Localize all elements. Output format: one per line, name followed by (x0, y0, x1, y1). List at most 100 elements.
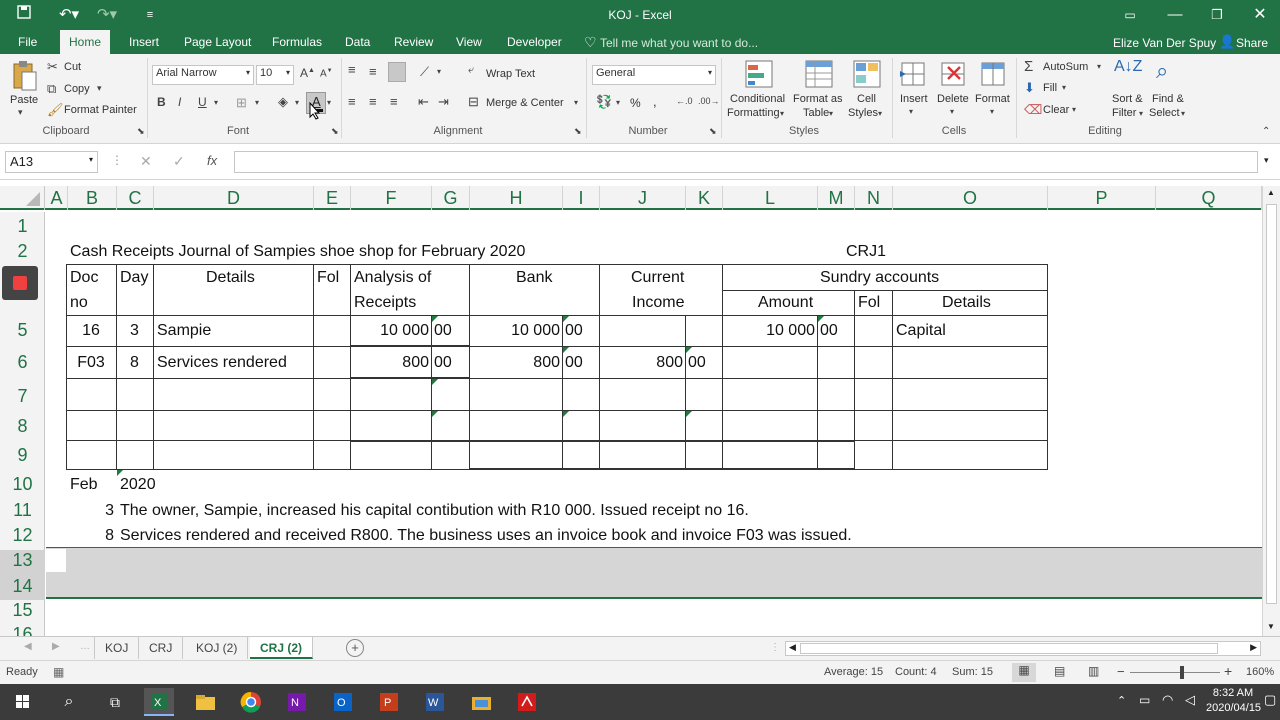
row-header-9[interactable]: 9 (0, 445, 45, 466)
column-header-h[interactable]: H (470, 186, 563, 210)
status-average[interactable]: Average: 15 (824, 666, 883, 678)
format-painter-icon[interactable]: 🖌 (47, 102, 64, 118)
new-sheet-icon[interactable]: + (346, 639, 364, 657)
column-header-f[interactable]: F (351, 186, 432, 210)
column-header-o[interactable]: O (893, 186, 1048, 210)
tray-chevron-icon[interactable]: ⌃ (1117, 694, 1126, 707)
copy-button[interactable]: Copy (64, 83, 90, 95)
sort-filter-label[interactable]: Sort & (1112, 93, 1143, 105)
user-name[interactable]: Elize Van Der Spuy (1113, 36, 1216, 50)
borders-dropdown-icon[interactable]: ▾ (255, 98, 259, 107)
fill-color-icon[interactable]: ◈ (278, 94, 288, 110)
horizontal-scroll-thumb[interactable] (800, 643, 1218, 654)
row-header-8[interactable]: 8 (0, 416, 45, 437)
normal-view-icon[interactable]: ▦ (1012, 663, 1036, 682)
search-icon[interactable]: ⌕ (54, 688, 84, 716)
entry-bank-cents[interactable]: 00 (565, 321, 583, 341)
sheet-tab-crj[interactable]: CRJ (139, 637, 184, 659)
volume-icon[interactable]: ◁ (1185, 692, 1195, 708)
header-analysis-2[interactable]: Receipts (354, 293, 416, 313)
note-2-text[interactable]: Services rendered and received R800. The… (120, 526, 852, 546)
horizontal-scrollbar[interactable]: ◀ ▶ (785, 641, 1261, 656)
cut-icon[interactable]: ✂ (47, 59, 58, 75)
row-header-5[interactable]: 5 (0, 320, 45, 341)
clear-button[interactable]: Clear (1043, 104, 1069, 116)
zoom-level[interactable]: 160% (1246, 666, 1274, 678)
row-header-1[interactable]: 1 (0, 216, 45, 237)
header-current-2[interactable]: Income (632, 293, 684, 313)
entry-bank[interactable]: 800 (470, 353, 560, 373)
name-box[interactable]: A13 ▾ (5, 151, 98, 173)
header-sundry-details[interactable]: Details (942, 293, 991, 313)
grow-font-icon[interactable]: A▲ (300, 66, 315, 80)
acrobat-icon[interactable] (512, 688, 542, 716)
zoom-in-icon[interactable]: + (1224, 663, 1232, 679)
taskbar-time[interactable]: 8:32 AM (1206, 687, 1260, 699)
insert-cells-button[interactable]: Insert (900, 93, 928, 105)
entry-day[interactable]: 3 (116, 321, 153, 341)
macro-record-icon[interactable]: ▦ (53, 665, 64, 679)
align-left-icon[interactable]: ≡ (348, 94, 356, 109)
tab-view[interactable]: View (447, 30, 491, 54)
tab-home[interactable]: Home (60, 30, 111, 54)
format-as-table-icon[interactable] (804, 59, 836, 89)
find-select-label[interactable]: Find & (1152, 93, 1184, 105)
column-header-n[interactable]: N (855, 186, 893, 210)
minimize-icon[interactable]: — (1163, 4, 1187, 26)
scroll-left-icon[interactable]: ◀ (789, 642, 796, 653)
number-launcher-icon[interactable]: ⬊ (709, 126, 717, 137)
sheet-tab-koj[interactable]: KOJ (94, 637, 140, 659)
column-header-b[interactable]: B (68, 186, 117, 210)
align-center-icon[interactable]: ≡ (369, 94, 377, 109)
merge-center-button[interactable]: Merge & Center (486, 97, 564, 109)
format-as-table-label[interactable]: Format as (793, 93, 843, 105)
entry-sundry-details[interactable]: Capital (896, 321, 946, 341)
paste-dropdown-icon[interactable]: ▾ (18, 107, 23, 118)
column-header-m[interactable]: M (818, 186, 855, 210)
windows-start-icon[interactable] (8, 688, 38, 716)
header-doc[interactable]: Doc (70, 268, 98, 288)
journal-title[interactable]: Cash Receipts Journal of Sampies shoe sh… (70, 242, 525, 262)
align-middle-icon[interactable]: ≡ (369, 64, 377, 79)
decrease-indent-icon[interactable]: ⇤ (418, 94, 429, 110)
tab-splitter-icon[interactable]: ⋮ (770, 642, 780, 653)
tell-me-input[interactable]: Tell me what you want to do... (600, 36, 758, 50)
formula-input[interactable] (234, 151, 1258, 173)
entry-details[interactable]: Sampie (157, 321, 211, 341)
tray-network-icon[interactable]: ▭ (1139, 693, 1150, 707)
select-all-button[interactable] (0, 186, 45, 210)
zoom-slider-thumb[interactable] (1180, 666, 1184, 679)
cancel-icon[interactable]: ✕ (140, 153, 152, 170)
percent-button[interactable]: % (630, 96, 641, 110)
font-size-select[interactable]: 10 ▾ (256, 65, 294, 85)
fill-dropdown-icon[interactable]: ▾ (295, 98, 299, 107)
format-as-table-label-2[interactable]: Table (803, 107, 829, 119)
row-header-6[interactable]: 6 (0, 352, 45, 373)
header-bank[interactable]: Bank (516, 268, 552, 288)
header-details[interactable]: Details (206, 268, 255, 288)
alignment-launcher-icon[interactable]: ⬊ (574, 126, 582, 137)
conditional-formatting-label-2[interactable]: Formatting (727, 107, 780, 119)
tab-data[interactable]: Data (336, 30, 379, 54)
journal-code[interactable]: CRJ1 (846, 242, 886, 262)
prev-sheet-icon[interactable]: ◀ (24, 641, 32, 652)
folder-icon[interactable] (190, 688, 220, 716)
sort-filter-icon[interactable]: A↓Z (1114, 58, 1142, 76)
column-header-j[interactable]: J (600, 186, 686, 210)
font-name-select[interactable]: Arial Narrow ▾ (152, 65, 254, 85)
shrink-font-icon[interactable]: A▼ (320, 68, 333, 79)
column-header-g[interactable]: G (432, 186, 470, 210)
note-year[interactable]: 2020 (120, 475, 156, 495)
selection-range[interactable] (46, 547, 1262, 599)
row-header-10[interactable]: 10 (0, 474, 45, 495)
zoom-slider[interactable] (1130, 672, 1220, 673)
undo-icon[interactable]: ↶▾ (54, 4, 84, 26)
find-select-label-2[interactable]: Select (1149, 107, 1180, 119)
entry-analysis-cents[interactable]: 00 (434, 321, 452, 341)
column-header-c[interactable]: C (117, 186, 154, 210)
merge-dropdown-icon[interactable]: ▾ (574, 98, 578, 107)
wifi-icon[interactable]: ◠ (1162, 692, 1173, 708)
header-day[interactable]: Day (120, 268, 148, 288)
task-view-icon[interactable]: ⧉ (100, 688, 130, 716)
orientation-dropdown-icon[interactable]: ▾ (437, 67, 441, 76)
